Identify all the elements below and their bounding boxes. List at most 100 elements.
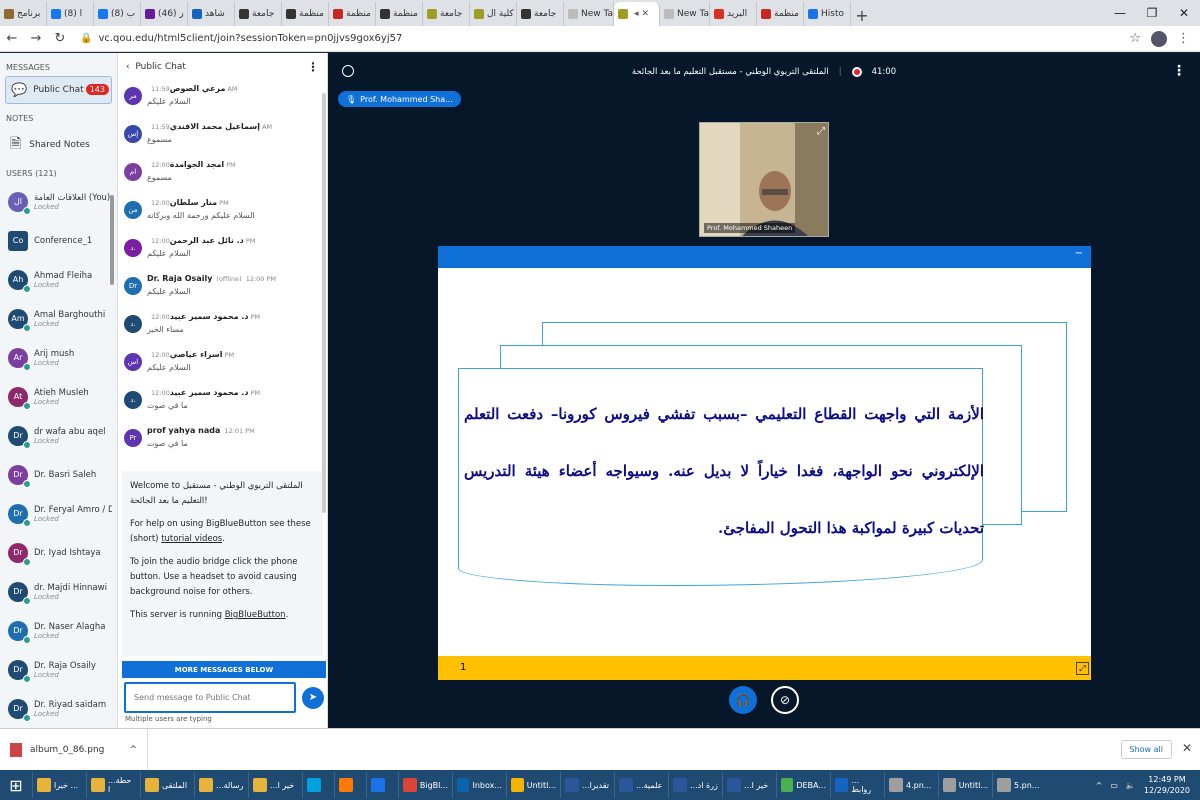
minimize-presentation-icon[interactable]: − — [1075, 248, 1083, 259]
forward-icon[interactable]: → — [24, 31, 48, 46]
browser-menu-icon[interactable]: ⋮ — [1177, 31, 1190, 46]
browser-tab[interactable]: (8) ب — [94, 2, 141, 26]
taskbar-label: خيرا ... — [54, 780, 79, 790]
user-item[interactable]: Dr Dr. Riyad saidam Locked — [0, 689, 117, 728]
more-messages-button[interactable]: MORE MESSAGES BELOW — [122, 661, 326, 678]
new-tab-button[interactable]: + — [851, 4, 873, 26]
user-item[interactable]: Dr Dr. Basri Saleh — [0, 455, 117, 494]
profile-avatar[interactable] — [1151, 30, 1167, 47]
windows-start-icon[interactable]: ⊞ — [0, 770, 32, 800]
bigbluebutton-link[interactable]: BigBlueButton — [225, 610, 286, 620]
user-item[interactable]: Ar Arij mush Locked — [0, 338, 117, 377]
taskbar-item[interactable] — [302, 772, 334, 798]
public-chat-item[interactable]: 💬 Public Chat 143 — [5, 76, 112, 104]
user-item[interactable]: Dr dr wafa abu aqel Locked — [0, 416, 117, 455]
maximize-icon[interactable]: ❐ — [1136, 0, 1168, 26]
taskbar-item[interactable] — [334, 772, 366, 798]
user-item[interactable]: Dr Dr. Raja Osaily Locked — [0, 650, 117, 689]
download-item[interactable]: album_0_86.png ^ — [0, 728, 148, 771]
browser-tab[interactable]: ◂ ✕ — [614, 2, 660, 26]
taskbar-item[interactable]: ...خير ا — [248, 772, 302, 798]
taskbar-item[interactable]: ...تقديرا — [560, 772, 614, 798]
back-icon[interactable]: ← — [0, 31, 24, 46]
taskbar-item[interactable]: BigBl... — [398, 772, 452, 798]
user-item[interactable]: ال العلاقات العامة (You) Locked — [0, 182, 117, 221]
browser-tab[interactable]: منظمة — [329, 2, 376, 26]
taskbar-item[interactable]: Inbox... — [452, 772, 506, 798]
taskbar-item[interactable]: الملتقى — [140, 772, 194, 798]
taskbar-item[interactable]: 5.pn... — [992, 772, 1046, 798]
minimize-icon[interactable]: — — [1104, 0, 1136, 26]
user-item[interactable]: Am Amal Barghouthi Locked — [0, 299, 117, 338]
chat-message-input[interactable] — [124, 682, 296, 713]
avatar: Dr — [8, 503, 31, 527]
taskbar-item[interactable]: خيرا ... — [32, 772, 86, 798]
hide-chat-button[interactable]: ‹ Public Chat — [126, 62, 186, 72]
user-item[interactable]: Co Conference_1 — [0, 221, 117, 260]
close-download-bar-icon[interactable]: ✕ — [1182, 741, 1192, 755]
taskbar-item[interactable]: Untitl... — [506, 772, 560, 798]
user-item[interactable]: Ah Ahmad Fleiha Locked — [0, 260, 117, 299]
show-all-button[interactable]: Show all — [1120, 740, 1172, 759]
chat-options-icon[interactable]: ⋮ — [307, 60, 319, 74]
browser-tab[interactable]: New Tab — [660, 2, 710, 26]
taskbar-item[interactable] — [366, 772, 398, 798]
close-window-icon[interactable]: ✕ — [1168, 0, 1200, 26]
reload-icon[interactable]: ↻ — [48, 31, 72, 46]
browser-tab[interactable]: البريد — [710, 2, 757, 26]
audio-button[interactable]: 🎧 — [729, 686, 757, 714]
app-icon — [943, 778, 956, 792]
clock[interactable]: 12:49 PM 12/29/2020 — [1144, 774, 1190, 796]
chevron-up-icon[interactable]: ^ — [129, 745, 137, 755]
webcam-video[interactable]: ⤢ Prof. Mohammed Shaheen — [699, 122, 829, 237]
recording-icon[interactable] — [851, 67, 862, 77]
browser-tab[interactable]: شاهد — [188, 2, 235, 26]
tutorial-videos-link[interactable]: tutorial videos — [161, 534, 222, 544]
network-icon[interactable]: ▭ — [1110, 781, 1118, 790]
browser-tab[interactable]: جامعة — [517, 2, 564, 26]
sidebar-scrollbar[interactable] — [110, 195, 114, 285]
browser-tab[interactable]: منظمة — [282, 2, 329, 26]
taskbar-item[interactable]: DEBA... — [776, 772, 830, 798]
user-item[interactable]: At Atieh Musleh Locked — [0, 377, 117, 416]
taskbar-item[interactable]: 4.pn... — [884, 772, 938, 798]
taskbar-item[interactable]: ...علمية — [614, 772, 668, 798]
clock-date: 12/29/2020 — [1143, 786, 1190, 795]
expand-video-icon[interactable]: ⤢ — [817, 126, 825, 137]
chat-scrollbar[interactable] — [322, 93, 326, 513]
tray-expand-icon[interactable]: ^ — [1096, 781, 1103, 790]
taskbar-item[interactable]: ...حطة ا — [86, 772, 140, 798]
shared-notes-item[interactable]: 🗎 Shared Notes — [0, 127, 117, 163]
close-tab-icon[interactable]: ✕ — [642, 9, 650, 19]
taskbar-item[interactable]: ...خير ا — [722, 772, 776, 798]
browser-tab[interactable]: منظمة — [757, 2, 804, 26]
browser-tab[interactable]: منظمة — [376, 2, 423, 26]
url-field[interactable]: 🔒 vc.qou.edu/html5client/join?sessionTok… — [80, 29, 1129, 49]
fullscreen-icon[interactable]: ⤢ — [1076, 662, 1089, 675]
user-list-toggle-icon[interactable] — [342, 65, 354, 77]
user-item[interactable]: Dr Dr. Iyad Ishtaya — [0, 533, 117, 572]
taskbar-item[interactable]: ... روابط — [830, 772, 884, 798]
browser-tab[interactable]: كلية ال — [470, 2, 517, 26]
user-name: Dr. Basri Saleh — [34, 469, 97, 480]
bookmark-star-icon[interactable]: ☆ — [1129, 31, 1141, 46]
options-menu-icon[interactable]: ⋮ — [1172, 63, 1186, 79]
taskbar-item[interactable]: Untitl... — [938, 772, 992, 798]
browser-tab[interactable]: برنامج — [0, 2, 47, 26]
send-button[interactable]: ➤ — [302, 686, 324, 709]
taskbar-item[interactable]: ...رسالة — [194, 772, 248, 798]
user-item[interactable]: Dr dr. Majdi Hinnawi Locked — [0, 572, 117, 611]
user-item[interactable]: Dr Dr. Naser Alagha Locked — [0, 611, 117, 650]
browser-tab[interactable]: (8) ا — [47, 2, 94, 26]
screen-share-button[interactable]: ⊘ — [771, 686, 799, 714]
browser-tab[interactable]: (46) ر — [141, 2, 188, 26]
volume-icon[interactable]: 🔈 — [1126, 781, 1136, 790]
browser-tab[interactable]: Histo — [804, 2, 851, 26]
taskbar-item[interactable]: ...زرة اد — [668, 772, 722, 798]
user-name: dr wafa abu aqel — [34, 426, 106, 437]
user-item[interactable]: Dr Dr. Feryal Amro / Du...Locked — [0, 494, 117, 533]
browser-tab[interactable]: جامعة — [423, 2, 470, 26]
message-author: د. محمود سمير عبيد — [169, 312, 249, 321]
browser-tab[interactable]: جامعة — [235, 2, 282, 26]
browser-tab[interactable]: New Tab — [564, 2, 614, 26]
